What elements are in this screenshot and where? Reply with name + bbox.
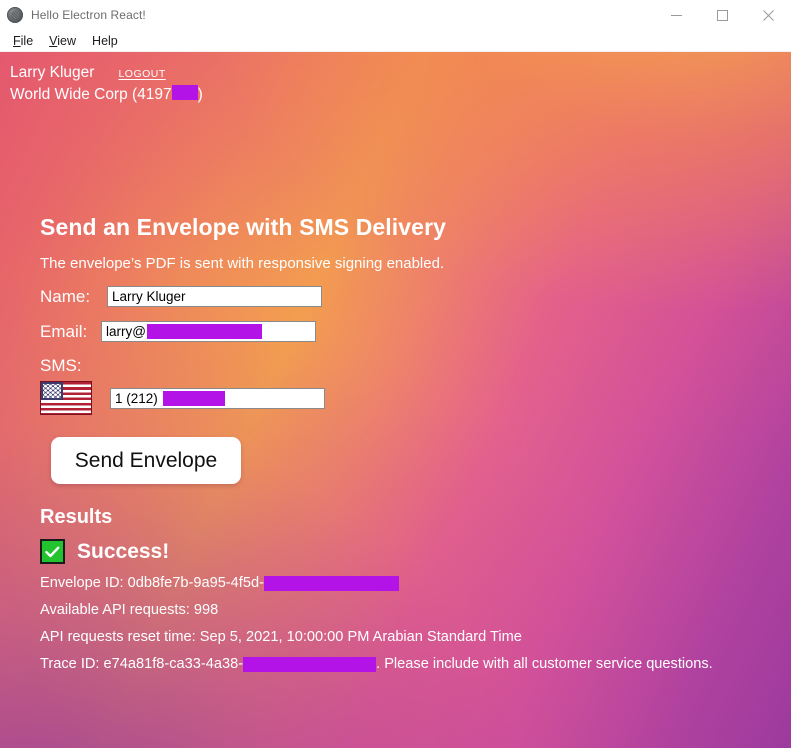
api-requests-line: Available API requests: 998 <box>40 602 219 618</box>
minimize-icon <box>670 14 682 16</box>
results-section: Results Success! Envelope ID: 0db8fe7b-9… <box>40 506 791 672</box>
phone-input-value: 1 (212) <box>115 390 158 406</box>
logout-link[interactable]: LOGOUT <box>118 64 165 84</box>
redacted-email-domain <box>146 324 262 339</box>
redacted-envelope-id <box>263 575 399 591</box>
redacted-trace-id <box>243 656 377 672</box>
green-check-icon <box>40 539 65 564</box>
us-flag-icon[interactable] <box>40 381 92 415</box>
send-envelope-button[interactable]: Send Envelope <box>51 437 241 484</box>
email-label: Email: <box>40 321 88 341</box>
redacted-account-number <box>171 85 198 100</box>
maximize-button[interactable] <box>699 0 745 30</box>
sms-label: SMS: <box>40 356 82 375</box>
menu-item-view[interactable]: View <box>42 33 83 49</box>
status-badge: Success! <box>77 539 170 563</box>
close-icon <box>762 9 774 21</box>
window-controls <box>653 0 791 30</box>
success-status: Success! <box>40 539 791 564</box>
redacted-phone-number <box>162 390 225 406</box>
window-title: Hello Electron React! <box>31 8 146 22</box>
trace-id-label: Trace ID: e74a81f8-ca33-4a38- <box>40 656 244 672</box>
account-org-suffix: ) <box>197 86 203 103</box>
api-reset-time-line: API requests reset time: Sep 5, 2021, 10… <box>40 629 522 645</box>
close-button[interactable] <box>745 0 791 30</box>
account-user-name: Larry Kluger <box>10 64 95 81</box>
menu-file-accel: F <box>13 33 21 48</box>
trace-id-suffix: . Please include with all customer servi… <box>376 656 713 672</box>
menu-view-rest: iew <box>57 33 77 48</box>
account-org-prefix: World Wide Corp (4197 <box>10 86 172 103</box>
envelope-id-line: Envelope ID: 0db8fe7b-9a95-4f5d- <box>40 575 791 591</box>
sms-field-row: 1 (212) <box>40 381 791 415</box>
account-row: Larry Kluger LOGOUT <box>10 63 203 84</box>
app-window: Hello Electron React! File View Help Lar… <box>0 0 791 748</box>
envelope-id-label: Envelope ID: 0db8fe7b-9a95-4f5d- <box>40 575 264 591</box>
menu-file-rest: ile <box>20 33 34 48</box>
name-input-value: Larry Kluger <box>112 289 186 304</box>
app-icon <box>7 7 23 23</box>
email-field-row: Email: larry@ <box>40 321 791 342</box>
email-input-value: larry@ <box>106 324 146 339</box>
email-input[interactable]: larry@ <box>101 321 316 342</box>
account-org: World Wide Corp (4197) <box>10 84 203 105</box>
minimize-button[interactable] <box>653 0 699 30</box>
content-area: Larry Kluger LOGOUT World Wide Corp (419… <box>0 52 791 748</box>
titlebar: Hello Electron React! <box>0 0 791 30</box>
titlebar-left: Hello Electron React! <box>0 7 146 23</box>
menubar: File View Help <box>0 30 791 52</box>
menu-help-label: Help <box>92 33 118 48</box>
phone-input[interactable]: 1 (212) <box>110 387 325 409</box>
name-field-row: Name: Larry Kluger <box>40 286 791 307</box>
name-input[interactable]: Larry Kluger <box>107 286 322 307</box>
menu-item-help[interactable]: Help <box>85 33 125 49</box>
page-title: Send an Envelope with SMS Delivery <box>40 214 447 240</box>
results-title: Results <box>40 506 113 528</box>
maximize-icon <box>716 9 728 21</box>
account-header: Larry Kluger LOGOUT World Wide Corp (419… <box>10 63 203 105</box>
menu-item-file[interactable]: File <box>6 33 40 49</box>
main-form: Send an Envelope with SMS Delivery The e… <box>40 214 791 672</box>
page-subtitle: The envelope’s PDF is sent with responsi… <box>40 255 445 272</box>
trace-id-line: Trace ID: e74a81f8-ca33-4a38- . Please in… <box>40 656 791 672</box>
name-label: Name: <box>40 286 91 306</box>
